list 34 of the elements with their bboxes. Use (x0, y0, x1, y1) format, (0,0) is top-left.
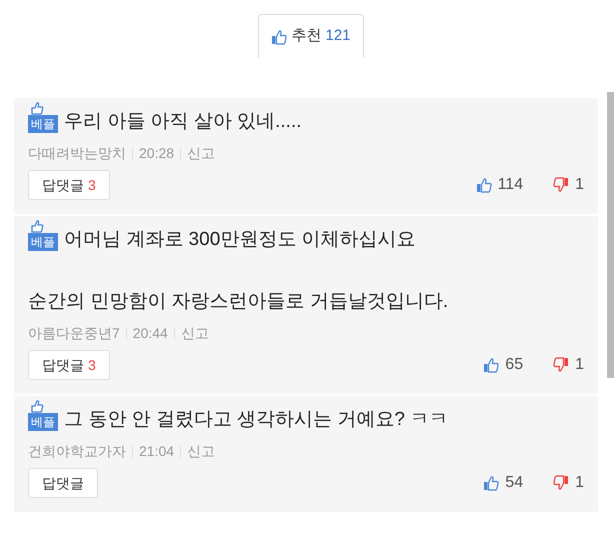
author-name: 아름다운중년7 (28, 324, 120, 343)
dislike-count: 1 (575, 473, 584, 493)
thumbs-down-icon (553, 475, 570, 491)
comment-text: 순간의 민망함이 자랑스런아들로 거듭날것입니다. (28, 291, 450, 313)
dislike-count: 1 (575, 355, 584, 375)
best-badge: 베플 (28, 115, 58, 133)
thumbs-up-icon (271, 28, 288, 44)
thumbs-up-icon (30, 400, 44, 413)
comment-text: 그 동안 안 걸렸다고 생각하시는 거예요? ㅋㅋ (64, 409, 448, 431)
best-badge: 베플 (28, 413, 58, 431)
comment-time: 20:28 (139, 144, 174, 163)
reply-button[interactable]: 답댓글 (28, 468, 98, 498)
scrollbar[interactable] (607, 92, 614, 378)
comment-text: 어머님 계좌로 300만원정도 이체하십시요 (64, 229, 416, 251)
comment-time: 20:44 (132, 324, 168, 343)
reply-button[interactable]: 답댓글 3 (28, 350, 110, 380)
author-name: 건희야학교가자 (28, 442, 126, 461)
comment-text: 우리 아들 아직 살아 있네..... (64, 111, 302, 133)
thumbs-up-icon (476, 177, 492, 193)
thumbs-up-icon (30, 220, 44, 233)
thumbs-down-icon (553, 357, 570, 373)
dislike-count: 1 (575, 175, 584, 195)
thumbs-up-icon (483, 475, 500, 491)
thumbs-down-icon (553, 177, 570, 193)
like-count: 114 (498, 175, 524, 195)
like-count: 54 (505, 473, 524, 493)
recommend-button[interactable]: 추천 121 (258, 14, 364, 58)
reply-button[interactable]: 답댓글 3 (28, 170, 110, 200)
author-name: 다때려박는망치 (28, 144, 126, 163)
comment-time: 21:04 (139, 442, 174, 461)
thumbs-up-icon (483, 357, 500, 373)
thumbs-up-icon (30, 102, 44, 115)
best-badge: 베플 (28, 233, 58, 251)
like-count: 65 (505, 355, 524, 375)
